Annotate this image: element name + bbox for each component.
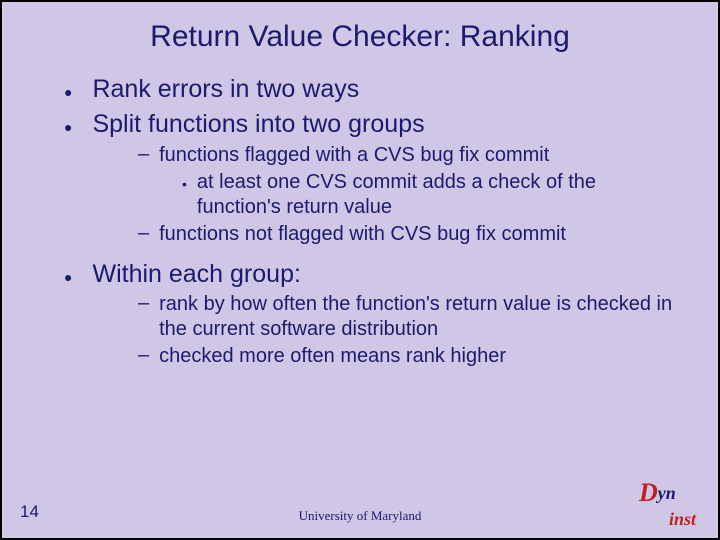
slide: Return Value Checker: Ranking ● Rank err… [0, 0, 720, 540]
bullet-level2: – functions not flagged with CVS bug fix… [138, 222, 678, 247]
dot-icon: • [182, 176, 187, 192]
bullet-level3: • at least one CVS commit adds a check o… [182, 170, 678, 220]
dash-icon: – [138, 292, 149, 315]
bullet-text: Split functions into two groups [92, 109, 678, 140]
footer-org: University of Maryland [2, 508, 718, 524]
slide-title: Return Value Checker: Ranking [2, 2, 718, 62]
spacer [42, 249, 678, 255]
bullet-level2: – functions flagged with a CVS bug fix c… [138, 143, 678, 168]
dash-icon: – [138, 143, 149, 166]
bullet-text: checked more often means rank higher [159, 344, 678, 369]
bullet-icon: ● [64, 119, 72, 135]
bullet-text: rank by how often the function's return … [159, 292, 678, 342]
logo-part-inst: inst [669, 509, 696, 529]
bullet-level1: ● Split functions into two groups [64, 109, 678, 140]
dash-icon: – [138, 222, 149, 245]
bullet-text: functions flagged with a CVS bug fix com… [159, 143, 678, 168]
bullet-level1: ● Rank errors in two ways [64, 74, 678, 105]
bullet-level2: – checked more often means rank higher [138, 344, 678, 369]
logo-part-d: D [639, 478, 658, 507]
logo-part-yn: yn [658, 483, 676, 503]
bullet-icon: ● [64, 269, 72, 285]
bullet-text: at least one CVS commit adds a check of … [197, 170, 678, 220]
bullet-icon: ● [64, 84, 72, 100]
bullet-text: Within each group: [92, 259, 678, 290]
slide-content: ● Rank errors in two ways ● Split functi… [2, 62, 718, 369]
bullet-level1: ● Within each group: [64, 259, 678, 290]
bullet-text: Rank errors in two ways [92, 74, 678, 105]
dash-icon: – [138, 344, 149, 367]
bullet-level2: – rank by how often the function's retur… [138, 292, 678, 342]
dyninst-logo: Dyn inst [639, 480, 696, 526]
bullet-text: functions not flagged with CVS bug fix c… [159, 222, 678, 247]
